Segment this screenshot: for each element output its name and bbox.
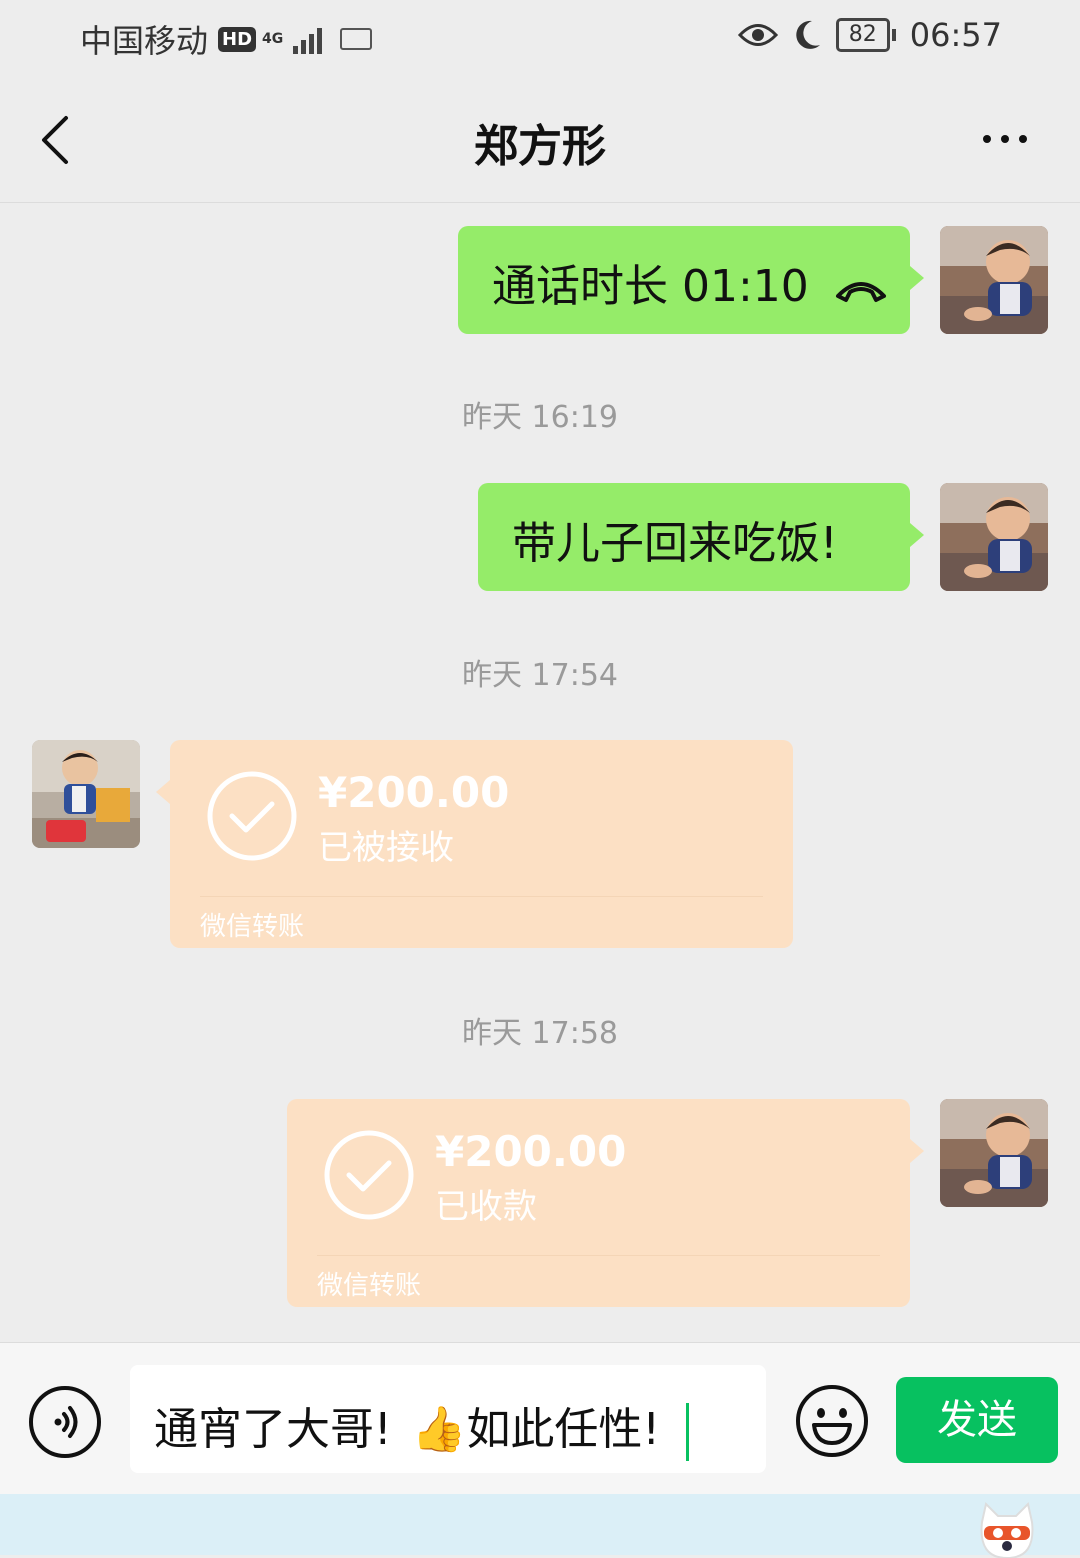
divider <box>200 896 763 897</box>
keyboard-icon <box>340 28 373 50</box>
self-avatar[interactable] <box>940 226 1048 334</box>
transfer-amount: ¥200.00 <box>318 768 510 817</box>
call-record-bubble[interactable]: 通话时长 01:10 <box>458 226 924 334</box>
mascot-icon[interactable] <box>976 1502 1038 1558</box>
check-circle-icon <box>207 771 297 861</box>
emoji-icon[interactable] <box>794 1383 870 1459</box>
self-avatar[interactable] <box>940 1099 1048 1207</box>
network-type: 4G <box>262 31 284 47</box>
transfer-amount: ¥200.00 <box>435 1127 627 1176</box>
message-bubble[interactable]: 带儿子回来吃饭! <box>478 483 924 591</box>
transfer-collected-card[interactable]: ¥200.00 已收款 微信转账 <box>287 1099 924 1307</box>
transfer-received-card[interactable]: ¥200.00 已被接收 微信转账 <box>156 740 793 948</box>
input-text-before: 通宵了大哥! <box>154 1404 392 1455</box>
transfer-label: 微信转账 <box>317 1271 422 1301</box>
eye-icon <box>737 24 778 46</box>
moon-icon <box>796 20 820 49</box>
divider <box>317 1255 880 1256</box>
input-text-after: 如此任性! <box>466 1404 661 1455</box>
timestamp: 昨天 17:54 <box>462 658 618 693</box>
chat-title: 郑方形 <box>474 121 606 172</box>
timestamp: 昨天 17:58 <box>462 1016 618 1051</box>
carrier-name: 中国移动 <box>80 22 209 60</box>
transfer-status: 已收款 <box>435 1187 537 1227</box>
message-text: 带儿子回来吃饭! <box>512 518 838 569</box>
signal-icon <box>293 24 323 54</box>
message-input-text: 通宵了大哥! 👍如此任性! <box>154 1393 690 1461</box>
text-cursor <box>686 1403 690 1461</box>
hd-badge: HD <box>218 26 257 52</box>
bottom-strip <box>0 1494 1080 1558</box>
timestamp: 昨天 16:19 <box>462 400 618 435</box>
phone-hangup-icon <box>835 282 886 302</box>
status-right: 82 06:57 <box>737 16 1002 54</box>
check-circle-icon <box>324 1130 414 1220</box>
call-record-text: 通话时长 01:10 <box>492 261 809 312</box>
transfer-label: 微信转账 <box>200 912 305 942</box>
voice-input-icon[interactable] <box>28 1385 102 1459</box>
clock: 06:57 <box>909 16 1002 54</box>
self-avatar[interactable] <box>940 483 1048 591</box>
call-record-text-wrap: 通话时长 01:10 <box>492 250 889 314</box>
input-bar: 通宵了大哥! 👍如此任性! 发送 <box>0 1342 1080 1495</box>
battery-level: 82 <box>835 18 890 52</box>
battery-icon: 82 <box>835 18 896 52</box>
message-input[interactable]: 通宵了大哥! 👍如此任性! <box>130 1365 766 1473</box>
more-options-icon[interactable] <box>980 124 1030 154</box>
send-button[interactable]: 发送 <box>896 1377 1058 1463</box>
status-bar: 中国移动 HD 4G 82 06:57 <box>0 0 1080 80</box>
thumbs-up-emoji: 👍 <box>411 1404 467 1455</box>
transfer-status: 已被接收 <box>318 828 454 868</box>
status-left: 中国移动 HD 4G <box>80 16 373 62</box>
chat-header: 郑方形 <box>0 80 1080 203</box>
contact-avatar[interactable] <box>32 740 140 848</box>
